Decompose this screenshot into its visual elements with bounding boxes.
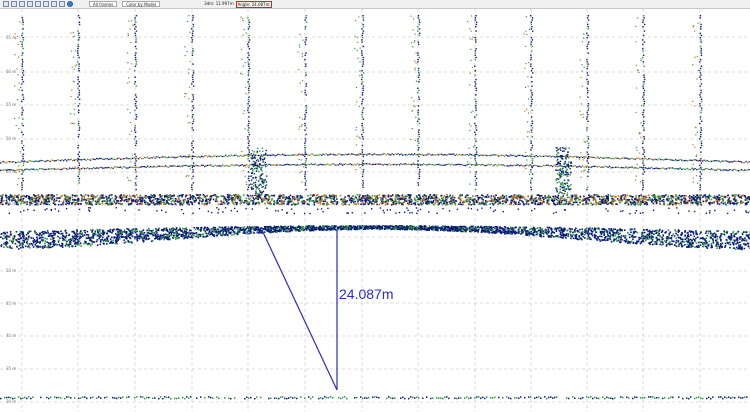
grid-lines — [0, 9, 750, 412]
rotate-icon[interactable] — [11, 1, 17, 7]
measure-icon[interactable] — [35, 1, 41, 7]
toolbar: All frames Color by Model 3dm: 11.997m A… — [0, 0, 750, 9]
y-axis-labels: 65 m60 m55 m50 m65 m60 m55 m50 m45 m40 m… — [6, 35, 16, 404]
frames-select[interactable]: All frames — [89, 1, 118, 7]
crosshair-icon[interactable] — [3, 1, 9, 7]
y-label: 35 m — [6, 366, 16, 371]
help-icon[interactable] — [67, 1, 73, 7]
distance-readout: 3dm: 11.997m — [204, 1, 234, 6]
box-icon[interactable] — [27, 1, 33, 7]
measure-slant-line — [261, 229, 338, 391]
y-label: 65 m — [6, 35, 16, 40]
y-label: 50 m — [6, 268, 16, 273]
point-cloud — [0, 15, 750, 400]
y-label: 45 m — [6, 301, 16, 306]
y-label: 50 m — [6, 136, 16, 141]
y-label: 55 m — [6, 102, 16, 107]
y-label: 30 m — [6, 399, 16, 404]
point-cloud-viewport[interactable]: 65 m60 m55 m50 m65 m60 m55 m50 m45 m40 m… — [0, 9, 750, 412]
y-label: 60 m — [6, 69, 16, 74]
color-mode-select[interactable]: Color by Model — [122, 1, 161, 7]
zoom-icon[interactable] — [19, 1, 25, 7]
measurement: 24.087m — [261, 229, 393, 391]
angle-readout: Angle: 24.087m — [235, 0, 272, 8]
document-icon[interactable] — [43, 1, 49, 7]
paint-icon[interactable] — [59, 1, 65, 7]
measurement-label: 24.087m — [339, 286, 393, 302]
y-label: 40 m — [6, 333, 16, 338]
layers-icon[interactable] — [51, 1, 57, 7]
